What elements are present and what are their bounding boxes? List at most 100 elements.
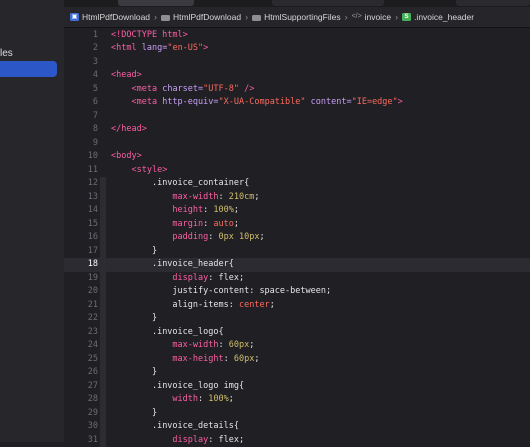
code-editor[interactable]: 1234567891011121314151617181920212223242… [64,28,530,442]
line-number: 31 [64,434,98,447]
code-token: ; [270,300,275,310]
code-line[interactable]: width: 100%; [111,393,234,407]
line-number: 2 [64,42,98,56]
code-token: } [152,246,157,256]
code-token: auto [213,219,233,229]
line-number-gutter: 1234567891011121314151617181920212223242… [64,28,98,442]
code-line[interactable]: <meta charset="UTF-8" /> [111,83,254,97]
code-token: ; [229,394,234,404]
code-line[interactable]: max-height: 60px; [111,353,259,367]
code-token [111,313,152,323]
code-token: .invoice_header{ [152,259,234,269]
code-tag-icon: </> [352,13,362,21]
line-number: 22 [64,312,98,326]
line-number: 8 [64,123,98,137]
code-token: > [398,97,403,107]
code-token: <!DOCTYPE html> [111,30,188,40]
code-line[interactable]: max-width: 210cm; [111,191,259,205]
code-token: charset [162,84,198,94]
code-token: : [208,435,218,445]
editor-tab[interactable] [272,0,384,6]
navigator-selected-row[interactable] [0,61,57,77]
code-line[interactable]: .invoice_details{ [111,420,239,434]
code-token: <meta [131,97,162,107]
code-token [111,367,152,377]
code-line[interactable]: <head> [111,69,142,83]
code-token: ; [239,273,244,283]
code-line[interactable]: justify-content: space-between; [111,285,331,299]
code-line[interactable]: .invoice_header{ [111,258,234,272]
code-token: ; [254,354,259,364]
code-line[interactable]: display: flex; [111,434,244,447]
code-token: 210cm [229,192,255,202]
chevron-right-icon: › [245,12,248,22]
line-number: 3 [64,56,98,70]
code-token: : [229,300,239,310]
code-token: > [203,43,208,53]
breadcrumb-item-symbol[interactable]: S .invoice_header [402,12,474,22]
editor-tab[interactable] [456,0,530,6]
code-line[interactable]: } [111,245,157,259]
code-token [111,205,172,215]
editor-tab-bar [64,0,530,7]
code-token: lang [142,43,162,53]
code-line[interactable]: max-width: 60px; [111,339,254,353]
code-token: .invoice_container{ [152,178,249,188]
app-icon: ▣ [70,13,79,21]
code-line[interactable]: margin: auto; [111,218,239,232]
code-token: <style> [131,165,167,175]
code-token [111,232,172,242]
code-token [111,421,152,431]
code-token: } [152,367,157,377]
code-line[interactable]: <meta http-equiv="X-UA-Compatible" conte… [111,96,403,110]
navigator-item-label[interactable]: les [0,48,13,59]
code-line[interactable]: .invoice_container{ [111,177,249,191]
code-line[interactable]: padding: 0px 10px; [111,231,265,245]
line-number: 1 [64,29,98,43]
code-token: 100% [208,394,228,404]
code-line[interactable]: <style> [111,164,167,178]
line-number: 7 [64,110,98,124]
code-token: } [152,408,157,418]
code-token [111,408,152,418]
line-number: 4 [64,69,98,83]
code-token: : [218,340,228,350]
breadcrumb-item-folder[interactable]: HtmlSupportingFiles [252,12,341,22]
breadcrumb-item-project[interactable]: ▣ HtmlPdfDownload [70,12,150,22]
breadcrumb-item-group[interactable]: HtmlPdfDownload [161,12,241,22]
code-fold-ribbon[interactable] [100,177,106,447]
code-line[interactable]: <html lang="en-US"> [111,42,208,56]
code-line[interactable]: } [111,366,157,380]
code-token: ; [259,232,264,242]
code-token: : [203,219,213,229]
code-line[interactable]: <body> [111,150,142,164]
breadcrumb-item-file[interactable]: </> invoice [352,12,391,22]
code-token: display [172,273,208,283]
line-number: 6 [64,96,98,110]
code-line[interactable]: align-items: center; [111,299,275,313]
code-token [111,192,172,202]
code-token: padding [172,232,208,242]
chevron-right-icon: › [154,12,157,22]
editor-tab-active[interactable] [118,0,194,6]
line-number: 29 [64,407,98,421]
code-line[interactable]: .invoice_logo img{ [111,380,244,394]
code-line[interactable]: display: flex; [111,272,244,286]
code-token [111,246,152,256]
code-token: : [198,394,208,404]
breadcrumb-label: HtmlPdfDownload [82,12,150,22]
code-line[interactable]: height: 100%; [111,204,239,218]
code-token: 100% [213,205,233,215]
line-number: 20 [64,285,98,299]
code-token: 0px 10px [219,232,260,242]
code-token [111,178,152,188]
code-line[interactable]: } [111,407,157,421]
code-line[interactable]: .invoice_logo{ [111,326,224,340]
code-token [111,165,131,175]
line-number: 10 [64,150,98,164]
line-number: 19 [64,272,98,286]
code-line[interactable]: </head> [111,123,147,137]
code-line[interactable]: } [111,312,157,326]
code-line[interactable]: <!DOCTYPE html> [111,29,188,43]
code-token: ; [239,435,244,445]
